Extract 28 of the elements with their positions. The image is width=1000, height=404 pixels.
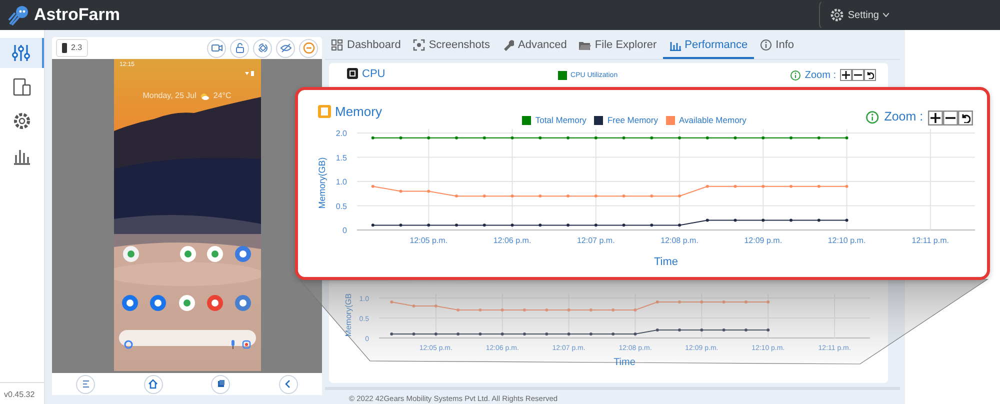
axis-title: Time xyxy=(614,356,636,368)
legend-label: Total Memory xyxy=(535,114,586,127)
axis-tick-label: 2.0 xyxy=(336,129,347,138)
axis-title: Memory(GB) xyxy=(317,157,327,209)
axis-title: Time xyxy=(654,256,678,268)
date-text: Monday, 25 Jul xyxy=(142,90,196,102)
device-badge: 2.3 xyxy=(56,39,88,57)
app-name: AstroFarm xyxy=(34,4,120,26)
chart-title: Memory xyxy=(335,103,382,121)
zoom-label: Zoom : xyxy=(804,68,836,82)
axis-tick-label: 12:09 p.m. xyxy=(744,236,782,245)
zoom-label: Zoom : xyxy=(884,110,923,126)
axis-tick-label: 12:07 p.m. xyxy=(576,236,615,245)
axis-title: Memory(GB xyxy=(344,293,353,336)
card-title: CPU xyxy=(362,66,386,82)
temperature-text: 24°C xyxy=(213,90,232,102)
axis-tick-label: 12:10 p.m. xyxy=(828,236,866,245)
axis-tick-label: 1.0 xyxy=(336,178,347,186)
axis-tick-label: 12:06 p.m. xyxy=(493,236,532,245)
axis-tick-label: 12:05 p.m. xyxy=(410,236,448,245)
axis-tick-label: 0.5 xyxy=(336,202,347,211)
axis-tick-label: 12:08 p.m. xyxy=(660,236,698,245)
axis-tick-label: 1.5 xyxy=(336,153,347,162)
legend-label: Free Memory xyxy=(607,114,658,127)
version-label: v0.45.32 xyxy=(0,382,44,404)
axis-tick-label: 0 xyxy=(342,226,347,235)
axis-tick-label: 12:11 p.m. xyxy=(912,236,949,245)
legend-label: Available Memory xyxy=(678,114,746,127)
